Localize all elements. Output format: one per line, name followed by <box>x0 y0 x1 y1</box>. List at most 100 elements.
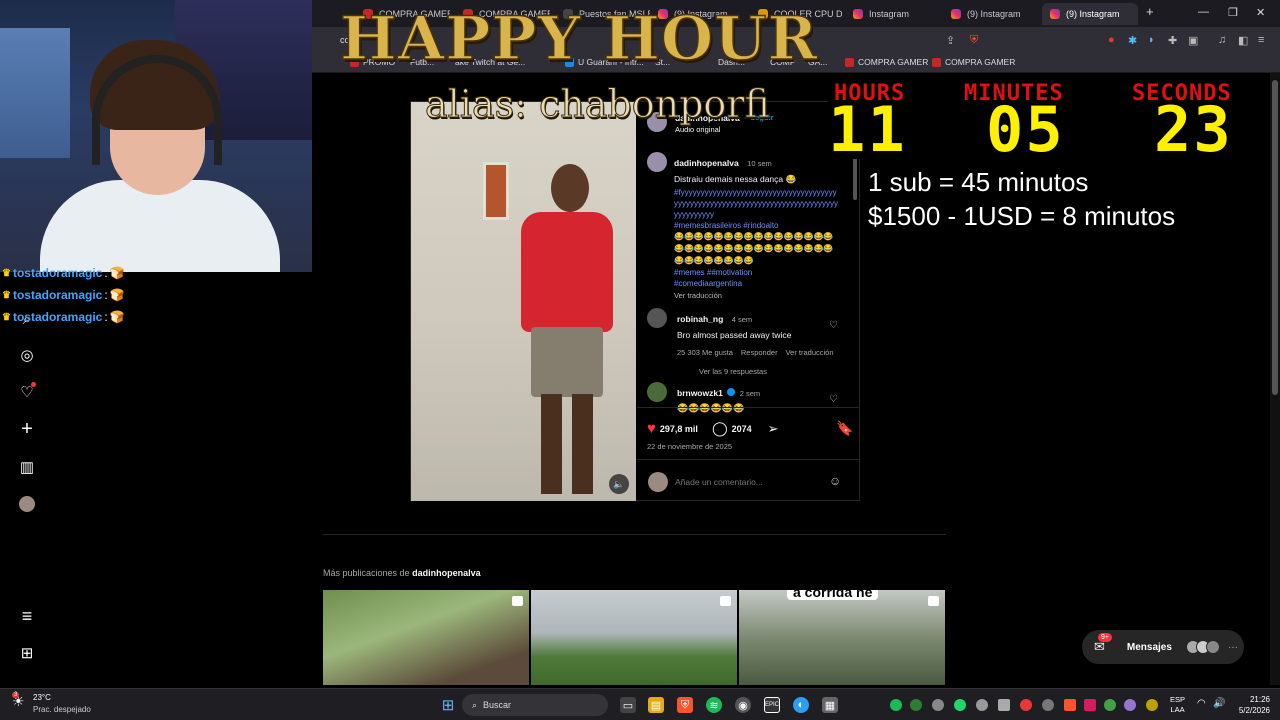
notifications-heart-icon[interactable]: ♡ <box>17 382 37 402</box>
tray-app-icon[interactable] <box>1124 699 1136 711</box>
page-scrollbar-thumb[interactable] <box>1272 80 1278 395</box>
tab-instagram-3[interactable]: (9) Instagram <box>943 3 1038 25</box>
more-post-thumbnail-3[interactable]: a corrida ne <box>739 590 945 685</box>
hashtag-comedia[interactable]: #comediaargentina <box>674 278 839 289</box>
comment-likes[interactable]: 25 303 Me gusta <box>677 348 733 357</box>
see-translation-link[interactable]: Ver traducción <box>674 291 839 300</box>
more-posts-username[interactable]: dadinhopenalva <box>412 568 481 578</box>
audio-label[interactable]: Audio original <box>675 125 720 134</box>
comment-like-heart-icon[interactable]: ♡ <box>829 394 838 405</box>
bookmark-item[interactable]: COMPRA GAMER <box>932 57 1015 67</box>
tray-app-icon[interactable] <box>1020 699 1032 711</box>
menu-icon[interactable]: ≡ <box>1258 34 1264 46</box>
chat-username: tostadoramagic <box>12 310 103 324</box>
weather-desc[interactable]: Prac. despejado <box>33 705 91 714</box>
more-post-thumbnail-1[interactable] <box>323 590 529 685</box>
taskbar-search[interactable]: ⌕ Buscar <box>462 694 608 716</box>
tray-mic-icon[interactable] <box>1146 699 1158 711</box>
happy-hour-title: HAPPY HOUR <box>339 3 819 75</box>
brave-shield-icon[interactable]: ⛨ <box>970 34 978 47</box>
extension-icon[interactable]: ◗ <box>1148 34 1155 46</box>
tray-app-icon[interactable] <box>910 699 922 711</box>
chat-message: ♛ tostadoramagic: 🍞 <box>2 310 125 324</box>
close-window-icon[interactable]: ✕ <box>1256 6 1265 19</box>
media-icon[interactable]: ♫ <box>1218 34 1226 46</box>
hours-value: 11 <box>828 93 907 166</box>
tray-app-icon[interactable] <box>1084 699 1096 711</box>
hashtags-motivation[interactable]: #memes ##motivation <box>674 267 839 278</box>
comment-bubble-icon[interactable]: ◯ <box>712 420 728 437</box>
translate-link[interactable]: Ver traducción <box>786 348 834 357</box>
post-video[interactable]: 🔈 <box>411 102 636 501</box>
more-post-thumbnail-2[interactable] <box>531 590 737 685</box>
webcam-window-bg <box>0 28 70 158</box>
wifi-icon[interactable]: ◠ <box>1197 698 1206 709</box>
tray-app-icon[interactable] <box>998 699 1010 711</box>
hashtag-fy[interactable]: #fyyyyyyyyyyyyyyyyyyyyyyyyyyyyyyyyyyyyyy… <box>674 187 839 220</box>
profile-avatar[interactable] <box>17 494 37 514</box>
video-person <box>521 212 613 332</box>
apps-grid-icon[interactable]: ⊞ <box>17 643 37 663</box>
caption-username[interactable]: dadinhopenalva <box>674 158 739 168</box>
volume-icon[interactable]: 🔊 <box>1213 698 1225 709</box>
share-paper-plane-icon[interactable]: ➢ <box>768 421 779 437</box>
obs-icon[interactable]: ◉ <box>735 697 751 713</box>
wallet-icon[interactable]: ▣ <box>1188 34 1198 47</box>
clock[interactable]: 21:26 5/2/2026 <box>1236 694 1270 716</box>
comment-like-heart-icon[interactable]: ♡ <box>829 320 838 331</box>
extensions-puzzle-icon[interactable]: ✚ <box>1168 34 1177 47</box>
file-explorer-icon[interactable]: ▤ <box>648 697 664 713</box>
tray-spotify-icon[interactable] <box>890 699 902 711</box>
share-icon[interactable]: ⇪ <box>946 34 955 47</box>
subathon-timer: HOURS 11 MINUTES 05 SECONDS 23 <box>828 79 1268 166</box>
tray-app-icon[interactable] <box>976 699 988 711</box>
create-plus-icon[interactable]: + <box>17 418 37 440</box>
bookmark-item[interactable]: COMPRA GAMER <box>845 57 928 67</box>
emoji-row: 😂😂😂😂😂😂😂😂😂😂😂😂😂😂😂😂😂😂😂😂😂😂😂😂😂😂😂😂😂😂😂😂😂😂😂😂😂😂😂😂 <box>674 232 834 265</box>
extension-icon[interactable]: ● <box>1108 34 1115 46</box>
reply-button[interactable]: Responder <box>741 348 778 357</box>
task-view-icon[interactable]: ▭ <box>620 697 636 713</box>
extension-icon[interactable]: ✱ <box>1128 34 1137 47</box>
like-heart-icon[interactable]: ♥ <box>647 420 656 437</box>
tray-app-icon[interactable] <box>932 699 944 711</box>
tray-whatsapp-icon[interactable] <box>954 699 966 711</box>
emoji-picker-icon[interactable]: ☺ <box>829 474 841 488</box>
epic-games-icon[interactable]: EPIC <box>764 697 780 713</box>
restore-icon[interactable]: ❐ <box>1228 6 1238 19</box>
add-comment-input[interactable] <box>675 472 825 492</box>
spotify-icon[interactable]: ≋ <box>706 697 722 713</box>
more-menu-icon[interactable]: ≡ <box>17 606 37 626</box>
messages-button[interactable]: ✉ 9+ Mensajes ··· <box>1082 630 1244 664</box>
new-tab-button[interactable]: + <box>1146 4 1154 19</box>
tray-app-icon[interactable] <box>1042 699 1054 711</box>
browser-app-icon[interactable]: ◐ <box>793 697 809 713</box>
comment-time: 4 sem <box>731 315 753 324</box>
tray-brave-icon[interactable] <box>1064 699 1076 711</box>
tray-app-icon[interactable] <box>1104 699 1116 711</box>
windows-start-icon[interactable]: ⊞ <box>440 697 456 714</box>
search-icon: ⌕ <box>472 699 478 710</box>
comment-avatar[interactable] <box>647 382 667 402</box>
calculator-icon[interactable]: ▦ <box>822 697 838 713</box>
save-bookmark-icon[interactable]: 🔖 <box>836 420 853 437</box>
dashboard-icon[interactable]: ▥ <box>17 457 37 477</box>
likes-count[interactable]: 297,8 mil <box>660 424 698 434</box>
hashtags-memes[interactable]: #memesbrasileiros #rindoalto <box>674 220 839 231</box>
mute-icon[interactable]: 🔈 <box>609 474 629 494</box>
caption: dadinhopenalva 10 sem Distraiu demais ne… <box>674 153 839 300</box>
brave-icon[interactable]: ⛨ <box>677 697 693 713</box>
reel-icon <box>928 596 939 606</box>
sidebar-icon[interactable]: ◧ <box>1238 34 1248 47</box>
caption-avatar[interactable] <box>647 152 667 172</box>
comment-username[interactable]: brnwowzk1 <box>677 388 723 398</box>
comment-avatar[interactable] <box>647 308 667 328</box>
tab-instagram-active[interactable]: (9) Instagram× <box>1042 3 1138 25</box>
weather-temp[interactable]: 23°C <box>33 693 51 702</box>
minimize-icon[interactable]: — <box>1198 6 1209 18</box>
explore-icon[interactable]: ◎ <box>17 345 37 365</box>
language-indicator[interactable]: ESP LAA <box>1170 695 1185 715</box>
view-replies-link[interactable]: Ver las 9 respuestas <box>699 367 847 376</box>
tab-instagram-2[interactable]: Instagram <box>845 3 940 25</box>
comment-username[interactable]: robinah_ng <box>677 314 723 324</box>
